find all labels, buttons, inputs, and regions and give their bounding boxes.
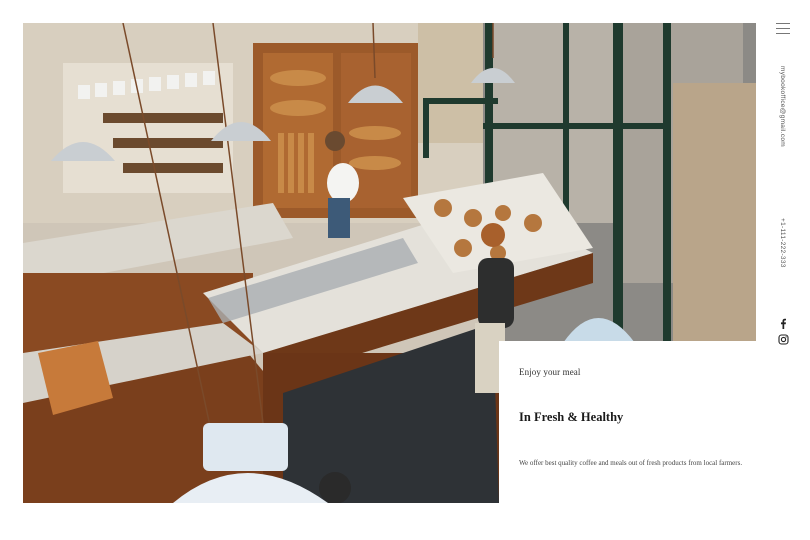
feature-title: In Fresh & Healthy (519, 410, 624, 424)
hamburger-menu-icon[interactable] (776, 21, 790, 35)
contact-email-link[interactable]: mybookoffice@gmail.com (779, 66, 786, 147)
menu-bar (776, 28, 790, 29)
feature-eyebrow: Enjoy your meal (519, 367, 581, 377)
feature-card: Enjoy your meal In Fresh & Healthy We of… (499, 341, 756, 503)
feature-description: We offer best quality coffee and meals o… (519, 459, 743, 467)
menu-bar (776, 33, 790, 34)
instagram-icon[interactable] (778, 332, 789, 345)
contact-phone-link[interactable]: +1-111-222-333 (779, 218, 786, 268)
menu-bar (776, 23, 790, 24)
facebook-icon[interactable] (778, 316, 789, 329)
